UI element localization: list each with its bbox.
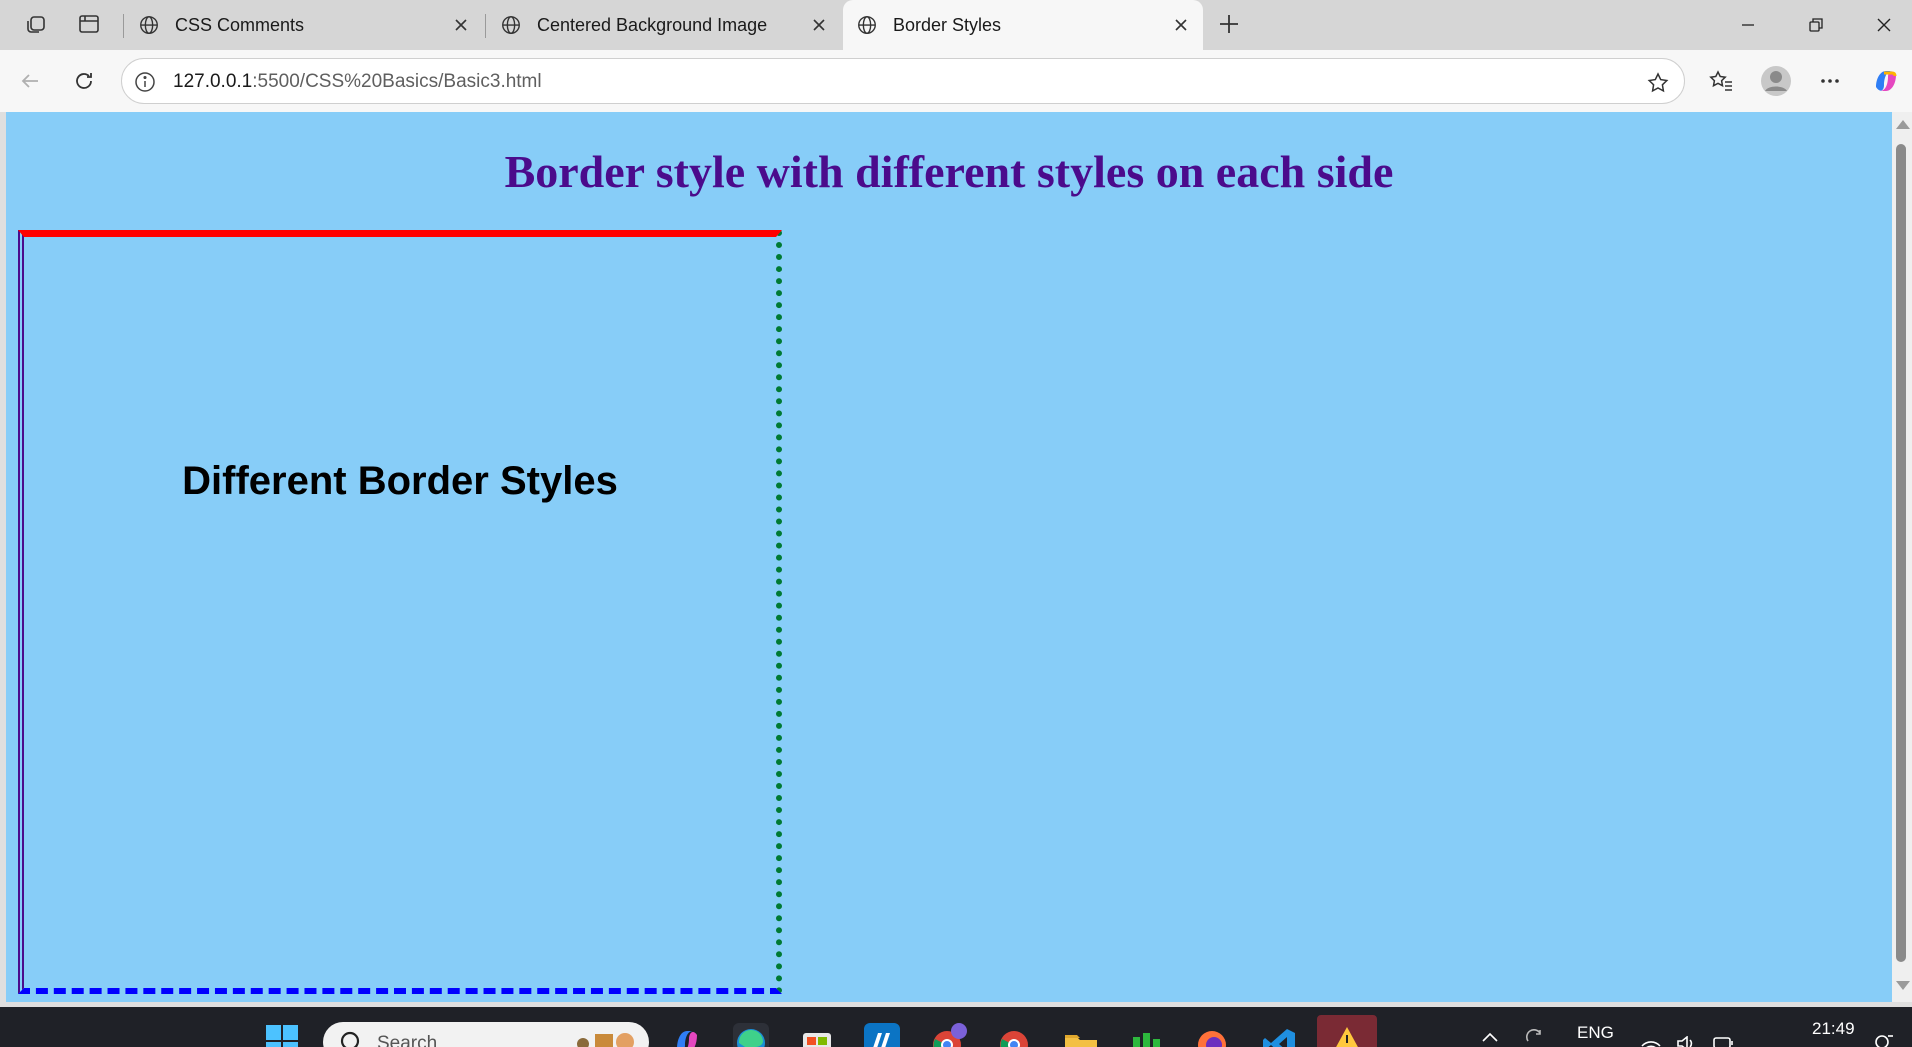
store-icon[interactable]: [799, 1023, 835, 1047]
warning-app-icon[interactable]: [1317, 1015, 1377, 1047]
copilot-icon[interactable]: [669, 1023, 705, 1047]
close-icon[interactable]: [807, 13, 831, 37]
scroll-down-arrow-icon[interactable]: [1896, 981, 1910, 990]
info-icon[interactable]: [132, 69, 158, 95]
tab-css-comments[interactable]: CSS Comments: [125, 0, 483, 50]
more-options-icon[interactable]: [1812, 63, 1848, 99]
clock-time[interactable]: 21:49: [1812, 1019, 1855, 1039]
vertical-scrollbar[interactable]: [1892, 112, 1912, 1002]
globe-icon: [499, 13, 523, 37]
page-heading: Border style with different styles on ea…: [504, 146, 1394, 197]
url-path: :5500/CSS%20Basics/Basic3.html: [252, 71, 542, 92]
workspaces-icon[interactable]: [22, 10, 50, 38]
volume-icon[interactable]: [1676, 1035, 1698, 1047]
myhp-icon[interactable]: [864, 1023, 900, 1047]
scroll-up-arrow-icon[interactable]: [1896, 120, 1910, 129]
wifi-icon[interactable]: [1640, 1035, 1662, 1047]
url-host: 127.0.0.1: [173, 71, 253, 92]
tab-label: Border Styles: [893, 14, 1002, 35]
taskbar: Search ENG 21:49: [0, 1007, 1912, 1047]
url-text: 127.0.0.1:5500/CSS%20Basics/Basic3.html: [173, 71, 542, 93]
search-icon: [339, 1030, 365, 1047]
file-explorer-icon[interactable]: [1063, 1023, 1099, 1047]
address-bar[interactable]: 127.0.0.1:5500/CSS%20Basics/Basic3.html: [121, 58, 1685, 104]
new-tab-button[interactable]: [1215, 10, 1243, 38]
taskbar-search[interactable]: Search: [323, 1022, 649, 1047]
show-hidden-icons-icon[interactable]: [1480, 1029, 1500, 1047]
close-icon[interactable]: [449, 13, 473, 37]
refresh-button[interactable]: [67, 64, 101, 98]
tab-bar: CSS Comments Centered Background Image B…: [0, 0, 1912, 50]
page-viewport: Border style with different styles on ea…: [6, 112, 1892, 1002]
chrome-profile-icon[interactable]: [929, 1023, 967, 1047]
tab-actions-icon[interactable]: [75, 10, 103, 38]
scroll-thumb[interactable]: [1896, 144, 1906, 962]
notification-icon[interactable]: [1874, 1033, 1894, 1047]
favorite-star-icon[interactable]: [1644, 69, 1672, 97]
globe-icon: [137, 13, 161, 37]
minimize-button[interactable]: [1728, 8, 1768, 42]
restore-button[interactable]: [1796, 8, 1836, 42]
copilot-icon[interactable]: [1868, 63, 1904, 99]
app-green-icon[interactable]: [1129, 1023, 1165, 1047]
search-placeholder: Search: [377, 1033, 438, 1047]
profile-avatar[interactable]: [1758, 63, 1794, 99]
tab-centered-background-image[interactable]: Centered Background Image: [487, 0, 841, 50]
browser-toolbar: 127.0.0.1:5500/CSS%20Basics/Basic3.html: [0, 50, 1912, 112]
close-window-button[interactable]: [1864, 8, 1904, 42]
sync-icon[interactable]: [1524, 1029, 1546, 1047]
tab-border-styles[interactable]: Border Styles: [843, 0, 1203, 50]
bordered-box: Different Border Styles: [18, 230, 782, 994]
box-heading: Different Border Styles: [182, 459, 618, 503]
back-button[interactable]: [13, 64, 47, 98]
chrome-icon[interactable]: [996, 1023, 1032, 1047]
favorites-icon[interactable]: [1703, 63, 1739, 99]
vscode-icon[interactable]: [1261, 1023, 1297, 1047]
firefox-icon[interactable]: [1194, 1023, 1230, 1047]
battery-icon[interactable]: [1712, 1035, 1734, 1047]
edge-icon[interactable]: [733, 1023, 769, 1047]
tab-label: CSS Comments: [175, 14, 305, 35]
tab-label: Centered Background Image: [537, 14, 768, 35]
close-icon[interactable]: [1169, 13, 1193, 37]
windows-start-icon[interactable]: [264, 1023, 300, 1047]
language-indicator[interactable]: ENG: [1577, 1023, 1614, 1043]
search-highlight-icon: [573, 1030, 637, 1047]
globe-icon: [855, 13, 879, 37]
